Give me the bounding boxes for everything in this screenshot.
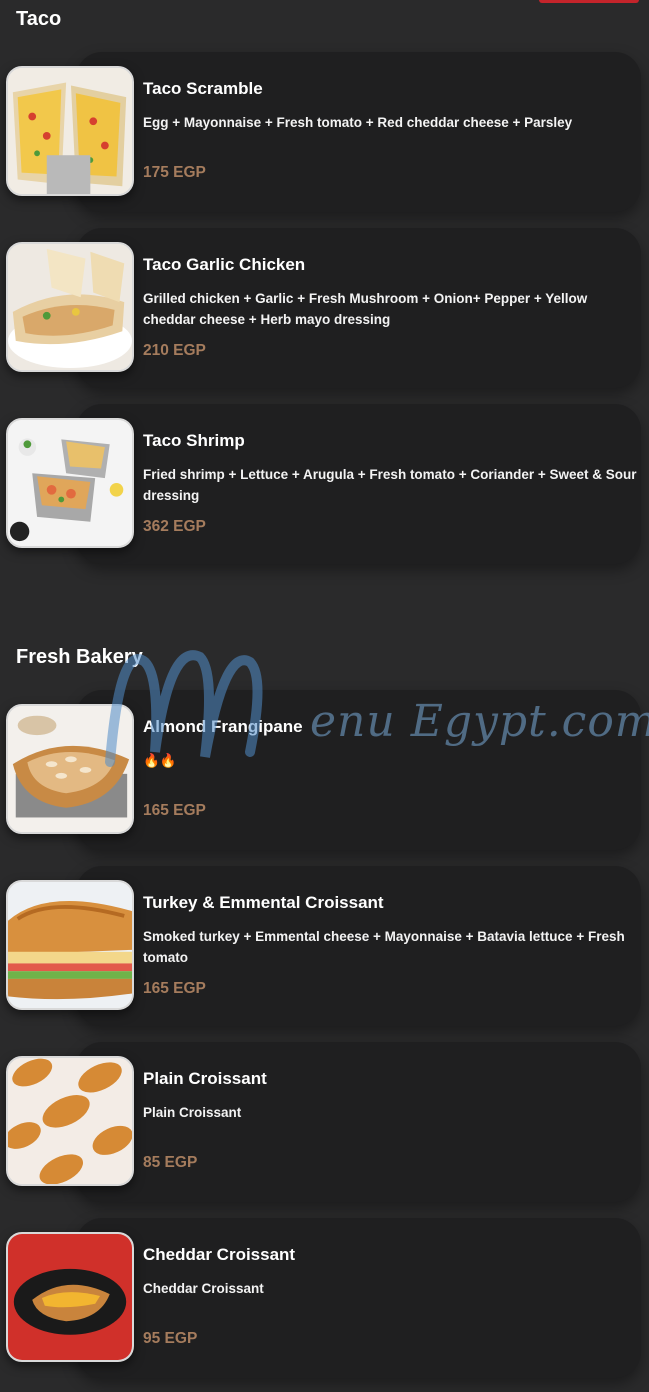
- item-description: Egg + Mayonnaise + Fresh tomato + Red ch…: [143, 115, 573, 130]
- item-name: Cheddar Croissant: [143, 1245, 296, 1264]
- cheddar-croissant-image: [6, 1232, 134, 1362]
- item-description: Plain Croissant: [143, 1105, 242, 1120]
- item-name: Plain Croissant: [143, 1069, 267, 1088]
- taco-garlic-chicken-image: [6, 242, 134, 372]
- section-title-fresh-bakery: Fresh Bakery: [16, 646, 143, 668]
- item-price: 175 EGP: [143, 164, 206, 181]
- item-price: 165 EGP: [143, 802, 206, 819]
- item-price: 362 EGP: [143, 518, 206, 535]
- item-name: Taco Shrimp: [143, 431, 245, 450]
- turkey-emmental-croissant-image: [6, 880, 134, 1010]
- item-price: 165 EGP: [143, 980, 206, 997]
- item-price: 85 EGP: [143, 1154, 198, 1171]
- item-name: Turkey & Emmental Croissant: [143, 893, 384, 912]
- item-price: 210 EGP: [143, 342, 206, 359]
- taco-shrimp-image: [6, 418, 134, 548]
- item-name: Taco Garlic Chicken: [143, 255, 306, 274]
- item-name: Almond Frangipane: [143, 717, 303, 736]
- top-accent-bar: [539, 0, 639, 3]
- item-price: 95 EGP: [143, 1330, 198, 1347]
- taco-scramble-image: [6, 66, 134, 196]
- item-name: Taco Scramble: [143, 79, 263, 98]
- item-description: Grilled chicken + Garlic + Fresh Mushroo…: [143, 291, 588, 327]
- item-description: Cheddar Croissant: [143, 1281, 264, 1296]
- item-description: 🔥🔥: [143, 753, 177, 768]
- item-description: Fried shrimp + Lettuce + Arugula + Fresh…: [143, 467, 637, 503]
- plain-croissant-image: [6, 1056, 134, 1186]
- item-description: Smoked turkey + Emmental cheese + Mayonn…: [143, 929, 625, 965]
- almond-frangipane-image: [6, 704, 134, 834]
- section-title-taco: Taco: [16, 8, 62, 30]
